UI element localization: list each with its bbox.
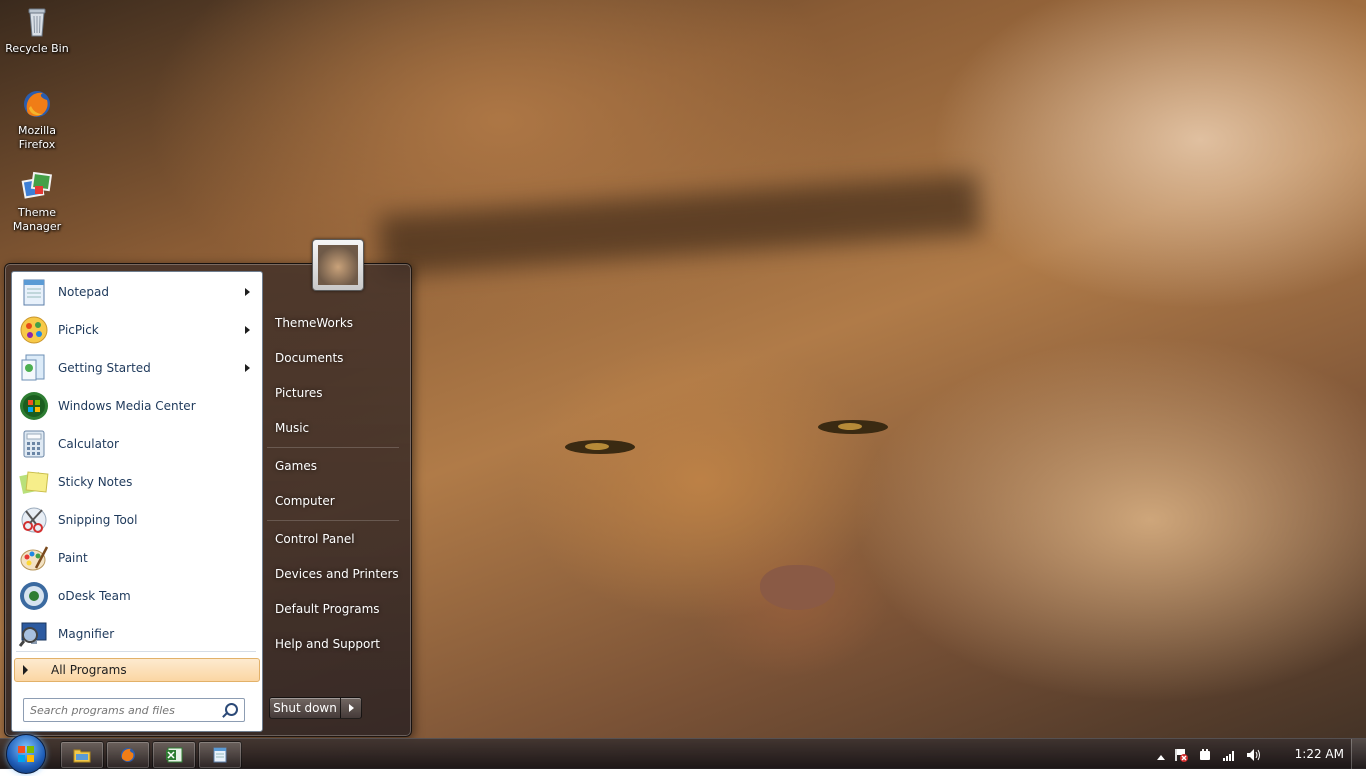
program-label: Magnifier	[58, 627, 115, 641]
theme-manager-icon	[21, 170, 53, 202]
program-label: Snipping Tool	[58, 513, 138, 527]
volume-icon[interactable]	[1246, 748, 1260, 761]
program-label: Calculator	[58, 437, 119, 451]
link-documents[interactable]: Documents	[267, 343, 417, 373]
calculator-icon	[18, 428, 50, 460]
desktop-icon-label: Recycle Bin	[5, 42, 69, 55]
taskbar-excel[interactable]	[152, 741, 196, 769]
paint-icon	[18, 542, 50, 574]
picpick-icon	[18, 314, 50, 346]
link-devices-and-printers[interactable]: Devices and Printers	[267, 559, 417, 589]
program-label: Paint	[58, 551, 88, 565]
desktop-icon-recycle-bin[interactable]: Recycle Bin	[0, 6, 74, 56]
firefox-icon	[119, 747, 137, 763]
windows-logo-icon	[18, 746, 34, 762]
program-notepad[interactable]: Notepad	[14, 274, 260, 310]
power-plug-icon[interactable]	[1198, 748, 1210, 760]
program-magnifier[interactable]: Magnifier	[14, 616, 260, 652]
link-games[interactable]: Games	[267, 451, 417, 481]
link-pictures[interactable]: Pictures	[267, 378, 417, 408]
notepad-icon	[211, 747, 229, 763]
shutdown-button[interactable]: Shut down	[269, 697, 341, 719]
link-control-panel[interactable]: Control Panel	[267, 524, 417, 554]
wallpaper-lynx-nose	[760, 565, 835, 610]
search-icon[interactable]	[225, 703, 238, 716]
desktop-icon-label: Theme Manager	[12, 206, 62, 233]
program-calculator[interactable]: Calculator	[14, 426, 260, 462]
program-label: Getting Started	[58, 361, 151, 375]
expand-arrow-icon	[23, 665, 28, 675]
program-label: PicPick	[58, 323, 99, 337]
taskbar-windows-explorer[interactable]	[60, 741, 104, 769]
sticky-notes-icon	[18, 466, 50, 498]
recycle-bin-icon	[21, 6, 53, 38]
firefox-icon	[21, 88, 53, 120]
start-menu-programs-pane: Notepad PicPick Getting Started Windows …	[11, 271, 263, 732]
program-sticky-notes[interactable]: Sticky Notes	[14, 464, 260, 500]
submenu-arrow-icon[interactable]	[245, 326, 250, 334]
search-box[interactable]	[23, 698, 245, 722]
show-desktop-button[interactable]	[1351, 739, 1366, 769]
media-center-icon	[18, 390, 50, 422]
snipping-tool-icon	[18, 504, 50, 536]
taskbar-notepad[interactable]	[198, 741, 242, 769]
network-signal-icon[interactable]	[1222, 748, 1234, 761]
program-label: Windows Media Center	[58, 399, 196, 413]
program-label: Sticky Notes	[58, 475, 133, 489]
link-music[interactable]: Music	[267, 413, 417, 443]
search-input[interactable]	[28, 699, 220, 721]
getting-started-icon	[18, 352, 50, 384]
magnifier-icon	[18, 618, 50, 650]
user-account-picture[interactable]	[312, 239, 364, 291]
all-programs-label: All Programs	[51, 663, 127, 677]
program-label: oDesk Team	[58, 589, 131, 603]
action-center-flag-icon[interactable]	[1174, 748, 1188, 762]
start-menu: Notepad PicPick Getting Started Windows …	[4, 239, 412, 737]
system-tray: 1:22 AM	[1156, 739, 1366, 769]
program-snipping-tool[interactable]: Snipping Tool	[14, 502, 260, 538]
programs-divider	[16, 651, 256, 652]
desktop-icon-label: Mozilla Firefox	[18, 124, 56, 151]
link-computer[interactable]: Computer	[267, 486, 417, 516]
wallpaper-lynx-eye-right	[818, 420, 888, 434]
wallpaper-shadow	[378, 174, 982, 276]
excel-icon	[165, 747, 183, 763]
program-odesk-team[interactable]: oDesk Team	[14, 578, 260, 614]
right-pane-separator	[267, 520, 399, 521]
link-help-and-support[interactable]: Help and Support	[267, 629, 417, 659]
odesk-team-icon	[18, 580, 50, 612]
link-default-programs[interactable]: Default Programs	[267, 594, 417, 624]
program-label: Notepad	[58, 285, 109, 299]
desktop-icon-theme-manager[interactable]: Theme Manager	[0, 170, 74, 234]
desktop-icon-firefox[interactable]: Mozilla Firefox	[0, 88, 74, 152]
shutdown-options-arrow-icon[interactable]	[340, 697, 362, 719]
taskbar-firefox[interactable]	[106, 741, 150, 769]
program-getting-started[interactable]: Getting Started	[14, 350, 260, 386]
taskbar-clock[interactable]: 1:22 AM	[1295, 739, 1344, 769]
taskbar: 1:22 AM	[0, 734, 1366, 774]
windows-explorer-icon	[73, 747, 91, 763]
right-pane-separator	[267, 447, 399, 448]
notepad-icon	[18, 276, 50, 308]
user-avatar-image	[318, 245, 358, 285]
submenu-arrow-icon[interactable]	[245, 288, 250, 296]
program-picpick[interactable]: PicPick	[14, 312, 260, 348]
program-paint[interactable]: Paint	[14, 540, 260, 576]
wallpaper-lynx-eye-left	[565, 440, 635, 454]
link-themeworks[interactable]: ThemeWorks	[267, 308, 417, 338]
show-hidden-icons-chevron[interactable]	[1156, 750, 1168, 762]
all-programs-button[interactable]: All Programs	[14, 658, 260, 682]
start-button[interactable]	[6, 734, 46, 774]
submenu-arrow-icon[interactable]	[245, 364, 250, 372]
program-windows-media-center[interactable]: Windows Media Center	[14, 388, 260, 424]
